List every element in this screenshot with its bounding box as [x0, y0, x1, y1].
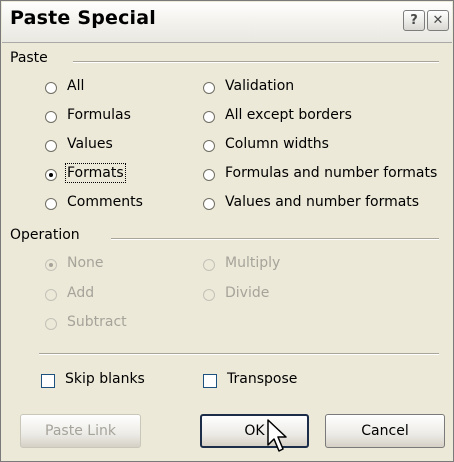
- mouse-pointer-icon: [267, 419, 287, 452]
- paste-all-except-borders-label: All except borders: [225, 107, 352, 123]
- skip-blanks-label: Skip blanks: [65, 371, 145, 387]
- operation-multiply-label: Multiply: [225, 255, 281, 271]
- paste-group-label: Paste: [10, 50, 52, 66]
- radio-button[interactable]: [203, 140, 215, 152]
- operation-group-label: Operation: [10, 227, 84, 243]
- paste-values-number-formats-label: Values and number formats: [225, 194, 420, 210]
- paste-all-label: All: [67, 78, 85, 94]
- radio-button[interactable]: [203, 82, 215, 94]
- paste-values-label: Values: [67, 136, 113, 152]
- radio-button[interactable]: [45, 111, 57, 123]
- transpose-label: Transpose: [227, 371, 298, 387]
- paste-formulas-label: Formulas: [67, 107, 131, 123]
- radio-button[interactable]: [203, 169, 215, 181]
- paste-special-dialog: Paste Special ? ✕ Paste All Formulas Val…: [0, 0, 454, 462]
- radio-button[interactable]: [45, 289, 57, 301]
- paste-formulas-number-formats-label: Formulas and number formats: [225, 165, 438, 181]
- radio-button[interactable]: [45, 82, 57, 94]
- radio-selected-dot: [49, 173, 53, 177]
- paste-validation-label: Validation: [225, 78, 295, 94]
- help-icon[interactable]: ?: [403, 10, 425, 31]
- title-bar[interactable]: Paste Special ? ✕: [2, 2, 452, 43]
- radio-button[interactable]: [203, 259, 215, 271]
- checkbox[interactable]: [41, 374, 55, 388]
- paste-group-divider: [73, 61, 439, 63]
- operation-divide-label: Divide: [225, 285, 270, 301]
- radio-button[interactable]: [45, 169, 57, 181]
- radio-button[interactable]: [45, 318, 57, 330]
- paste-comments-label: Comments: [67, 194, 143, 210]
- paste-formats-label: Formats: [65, 163, 126, 183]
- radio-button[interactable]: [203, 111, 215, 123]
- ok-button[interactable]: OK: [200, 414, 309, 448]
- close-icon[interactable]: ✕: [427, 10, 449, 31]
- dialog-title: Paste Special: [10, 7, 157, 29]
- radio-button[interactable]: [203, 289, 215, 301]
- radio-button[interactable]: [45, 259, 57, 271]
- cancel-button[interactable]: Cancel: [325, 414, 445, 448]
- operation-none-label: None: [67, 255, 104, 271]
- operation-subtract-label: Subtract: [67, 314, 127, 330]
- operation-group-divider: [111, 238, 439, 240]
- radio-button[interactable]: [45, 140, 57, 152]
- radio-button[interactable]: [203, 198, 215, 210]
- paste-link-button[interactable]: Paste Link: [20, 414, 141, 448]
- ok-button-label: OK: [244, 423, 265, 439]
- options-separator: [39, 353, 439, 355]
- paste-column-widths-label: Column widths: [225, 136, 329, 152]
- operation-add-label: Add: [67, 285, 95, 301]
- checkbox[interactable]: [203, 374, 217, 388]
- radio-selected-dot: [49, 263, 53, 267]
- radio-button[interactable]: [45, 198, 57, 210]
